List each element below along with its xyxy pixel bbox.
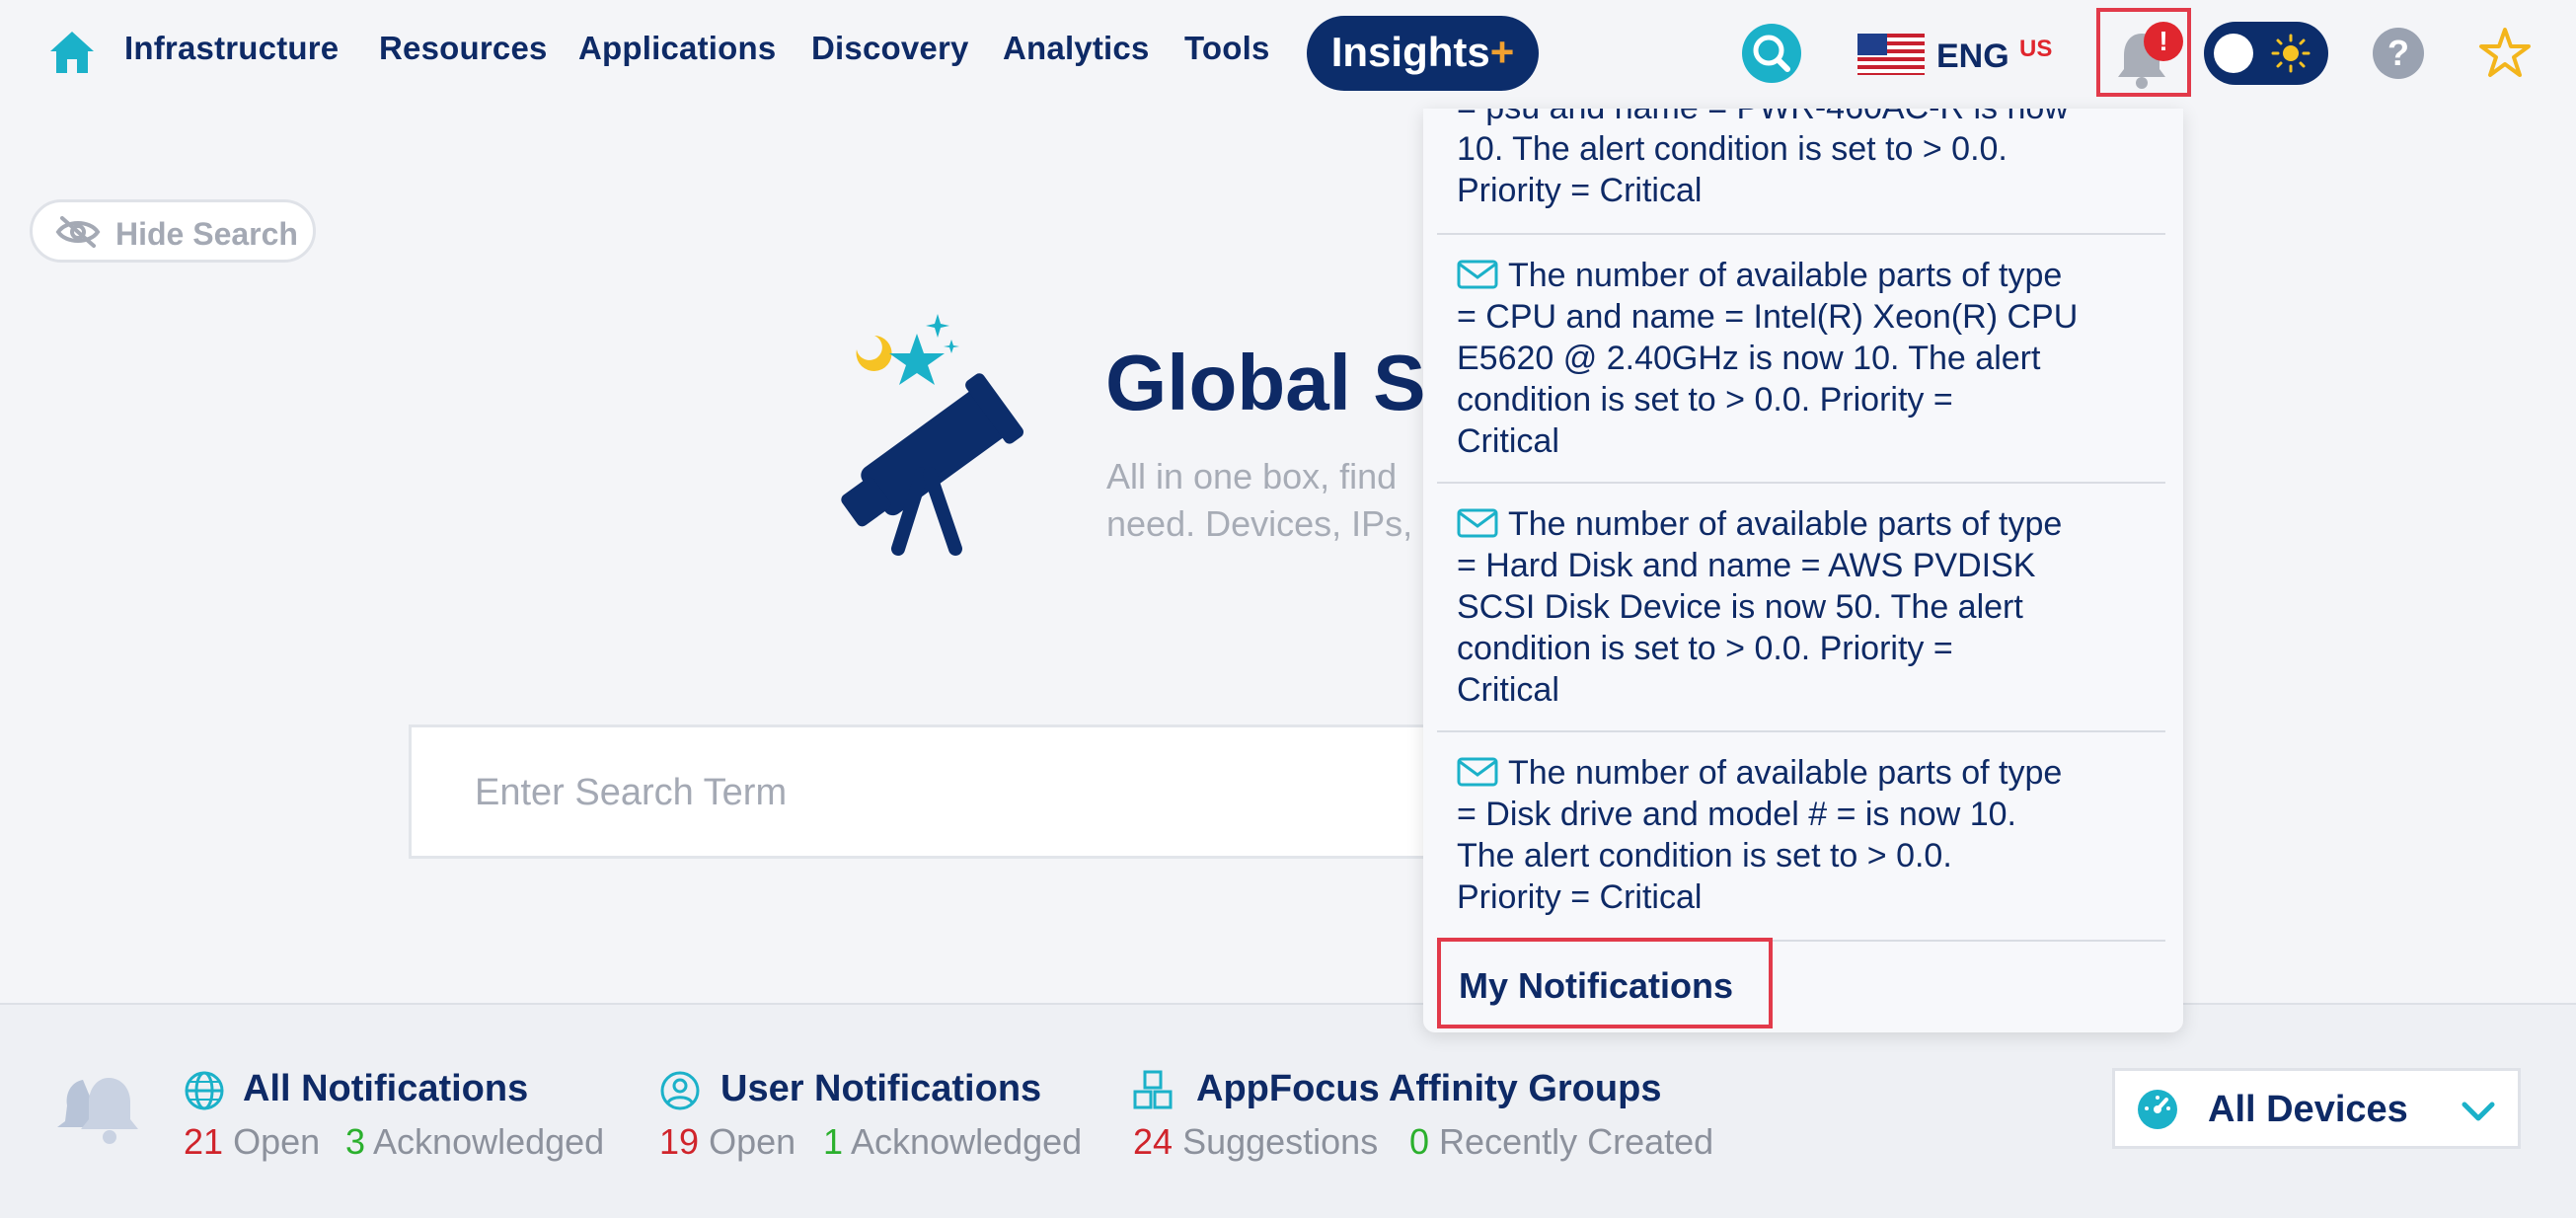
chevron-down-icon [2462,1102,2495,1121]
notification-line: Priority = Critical [1457,878,1703,916]
all-ack-count: 3 [345,1121,366,1162]
theme-toggle[interactable] [2204,22,2328,85]
appfocus-created-count: 0 [1409,1121,1430,1162]
notification-line: condition is set to > 0.0. Priority = [1457,630,1953,667]
notification-line: The number of available parts of type [1508,257,2063,294]
notifications-dropdown: = psu and name = PWR-460AC-R is now 10. … [1423,109,2183,1032]
notification-divider [1437,233,2165,235]
appfocus-suggestions[interactable]: 24 Suggestions [1133,1121,1378,1163]
nav-applications[interactable]: Applications [578,30,776,67]
user-notifications-title[interactable]: User Notifications [720,1068,1041,1110]
language-region: US [2019,36,2053,62]
telescope-illustration [841,314,1023,556]
nav-tools[interactable]: Tools [1184,30,1270,67]
search-icon [1753,35,1790,72]
notification-line: = psu and name = PWR-460AC-R is now [1457,109,2148,128]
nav-discovery[interactable]: Discovery [811,30,969,67]
all-open-label: Open [233,1121,321,1162]
hero-subtitle-line1: All in one box, find [1106,456,1398,496]
notification-summary-bar: All Notifications 21 Open 3 Acknowledged… [0,1003,2576,1218]
notification-line: Critical [1457,422,1559,460]
notification-line: E5620 @ 2.40GHz is now 10. The alert [1457,340,2041,377]
dashboard-gauge-icon [2138,1090,2177,1129]
notification-item[interactable]: The number of available parts of type = … [1437,255,2165,472]
notification-line: = CPU and name = Intel(R) Xeon(R) CPU [1457,298,2079,336]
all-notifications-title[interactable]: All Notifications [243,1068,528,1110]
user-open-count: 19 [659,1121,700,1162]
notification-item[interactable]: The number of available parts of type = … [1437,752,2165,930]
notification-line: condition is set to > 0.0. Priority = [1457,381,1953,419]
us-flag-icon[interactable] [1857,34,1925,75]
language-code[interactable]: ENG [1936,38,2009,76]
all-ack-label: Acknowledged [373,1121,605,1162]
notification-line: Priority = Critical [1457,172,1703,209]
global-search-button[interactable] [1742,24,1801,83]
hide-search-label: Hide Search [115,216,298,252]
help-icon[interactable]: ? [2373,28,2424,79]
notification-line: The alert condition is set to > 0.0. [1457,837,1952,875]
devices-select[interactable]: All Devices [2112,1068,2521,1149]
hero-subtitle-line2: need. Devices, IPs, [1106,503,1413,544]
appfocus-recently-created[interactable]: 0 Recently Created [1409,1121,1713,1163]
nav-resources[interactable]: Resources [379,30,548,67]
envelope-icon [1457,260,1498,289]
appfocus-suggest-count: 24 [1133,1121,1174,1162]
notification-line: = Hard Disk and name = AWS PVDISK [1457,547,2036,584]
envelope-icon [1457,757,1498,787]
notification-badge: ! [2144,22,2183,61]
notification-line: SCSI Disk Device is now 50. The alert [1457,588,2023,626]
notification-line: = Disk drive and model # = is now 10. [1457,796,2016,833]
notifications-bell-button[interactable]: ! [2096,8,2191,97]
eye-slash-icon [55,216,101,248]
global-search-title: Global Se [1105,339,1470,426]
notification-divider [1437,730,2165,732]
notification-divider [1437,482,2165,484]
nav-analytics[interactable]: Analytics [1003,30,1150,67]
search-box[interactable] [409,724,1504,859]
all-open-count: 21 [184,1121,224,1162]
appfocus-title[interactable]: AppFocus Affinity Groups [1196,1068,1661,1110]
notification-line: The number of available parts of type [1508,754,2063,792]
favorite-star-icon[interactable] [2477,26,2533,81]
insights-plus: + [1489,29,1515,75]
notification-line: Critical [1457,671,1559,709]
notification-item[interactable]: = psu and name = PWR-460AC-R is now 10. … [1437,109,2165,225]
appfocus-suggest-label: Suggestions [1182,1121,1379,1162]
all-notifications-acknowledged[interactable]: 3 Acknowledged [345,1121,604,1163]
my-notifications-button[interactable]: My Notifications [1437,938,1773,1028]
envelope-icon [1457,508,1498,538]
nav-infrastructure[interactable]: Infrastructure [124,30,339,67]
user-notifications-open[interactable]: 19 Open [659,1121,796,1163]
user-circle-icon [660,1071,700,1110]
user-open-label: Open [709,1121,796,1162]
insights-label: Insights [1330,29,1490,75]
cubes-icon [1133,1070,1173,1109]
top-navigation-bar: Infrastructure Resources Applications Di… [0,0,2576,109]
home-icon[interactable] [47,28,97,77]
appfocus-created-label: Recently Created [1439,1121,1714,1162]
notification-line: The number of available parts of type [1508,505,2063,543]
user-notifications-acknowledged[interactable]: 1 Acknowledged [823,1121,1082,1163]
user-ack-label: Acknowledged [851,1121,1083,1162]
my-notifications-label: My Notifications [1459,965,1734,1006]
notification-item[interactable]: The number of available parts of type = … [1437,503,2165,721]
hide-search-button[interactable]: Hide Search [30,199,316,263]
devices-select-value: All Devices [2208,1089,2408,1130]
insights-button[interactable]: Insights+ [1307,16,1539,91]
globe-icon [185,1071,224,1110]
all-notifications-open[interactable]: 21 Open [184,1121,320,1163]
user-ack-count: 1 [823,1121,844,1162]
bells-icon [57,1078,138,1144]
search-input[interactable] [475,763,1462,822]
toggle-knob [2214,34,2253,73]
notification-line: 10. The alert condition is set to > 0.0. [1457,130,2008,168]
sun-icon [2271,34,2311,73]
